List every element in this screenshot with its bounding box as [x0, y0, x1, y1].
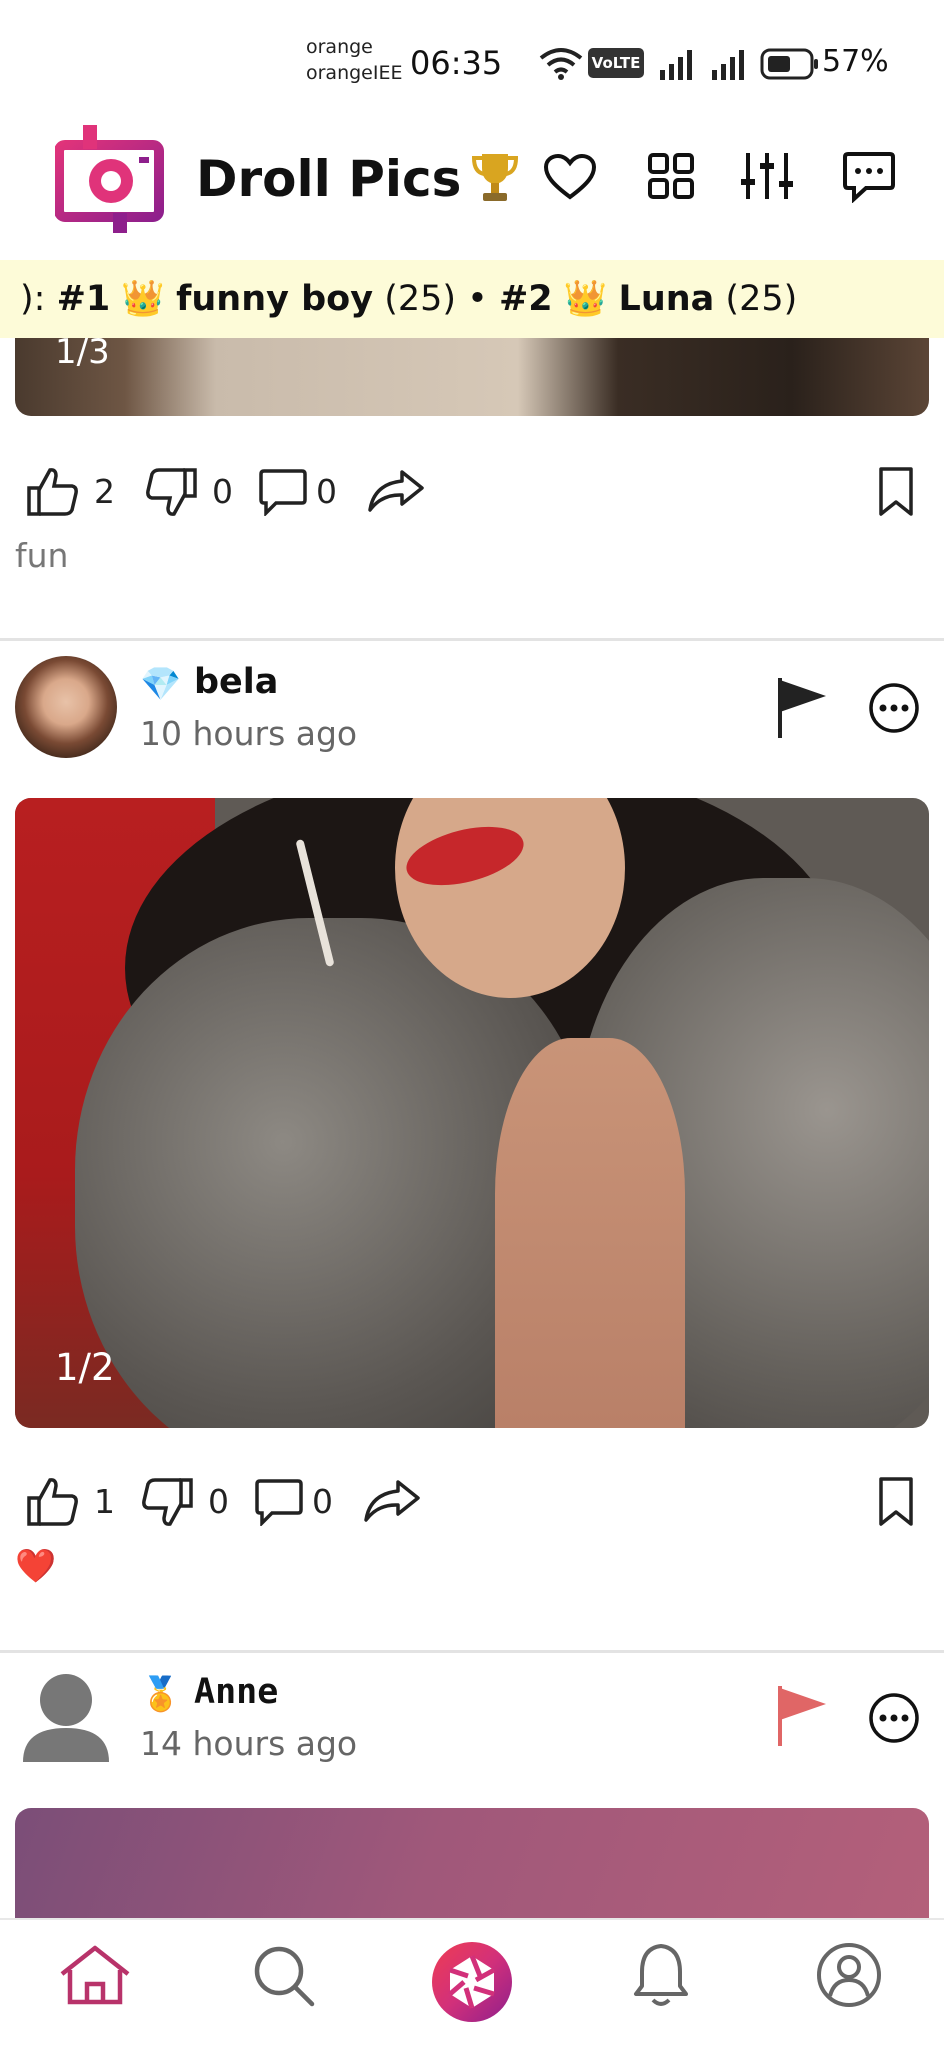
trophy-icon[interactable] [470, 150, 520, 204]
post-divider [0, 638, 944, 641]
username[interactable]: bela [194, 662, 278, 702]
username[interactable]: Anne [194, 1672, 278, 1712]
leader-1-score: (25) [384, 279, 457, 319]
leaderboard-prefix: ): [20, 279, 57, 319]
bookmark-icon[interactable] [876, 466, 916, 518]
filter-sliders-icon[interactable] [740, 151, 794, 201]
bell-icon[interactable] [632, 1942, 690, 2012]
carrier-label: orange orangeIEE [306, 36, 403, 84]
profile-icon[interactable] [816, 1942, 882, 2008]
bookmark-icon[interactable] [876, 1476, 916, 1528]
post-divider [0, 1650, 944, 1653]
thumbs-up-icon[interactable] [26, 1476, 80, 1528]
status-bar: orange orangeIEE 06:35 VoLTE 57% [0, 0, 944, 115]
comment-icon[interactable] [254, 1478, 304, 1526]
app-header: Droll Pics [0, 115, 944, 260]
thumbs-down-icon[interactable] [144, 466, 198, 518]
signal-icon [660, 50, 692, 80]
flag-icon[interactable] [776, 1684, 830, 1748]
post-caption: fun [15, 536, 69, 575]
badge-icon: 💎 [140, 664, 182, 703]
image-counter: 1/3 [55, 338, 110, 372]
image-counter: 1/2 [55, 1346, 115, 1389]
camera-shutter-icon[interactable] [430, 1940, 514, 2024]
like-count: 2 [94, 472, 115, 511]
post-time: 10 hours ago [140, 714, 358, 753]
leaderboard-separator: • [456, 279, 499, 319]
heart-icon[interactable] [543, 153, 597, 201]
crown-icon: 👑 [563, 279, 608, 319]
comment-count: 0 [316, 472, 337, 511]
wifi-icon [539, 48, 583, 80]
volte-badge: VoLTE [588, 48, 644, 78]
badge-icon: 🏅 [140, 1674, 182, 1713]
comment-count: 0 [312, 1482, 333, 1521]
more-options-icon[interactable] [868, 682, 920, 734]
rank-1: #1 [56, 279, 111, 319]
signal-icon-2 [712, 50, 744, 80]
comment-icon[interactable] [258, 468, 308, 516]
post-time: 14 hours ago [140, 1724, 358, 1763]
thumbs-up-icon[interactable] [26, 466, 80, 518]
leader-2-name: Luna [618, 279, 715, 319]
post-caption: ❤️ [15, 1546, 57, 1585]
flag-icon[interactable] [776, 676, 830, 740]
post-actions: 2 0 0 [0, 462, 944, 522]
home-icon[interactable] [58, 1944, 132, 2008]
more-options-icon[interactable] [868, 1692, 920, 1744]
crown-icon: 👑 [121, 279, 165, 319]
grid-icon[interactable] [648, 153, 694, 199]
avatar[interactable] [15, 656, 117, 758]
rank-2: #2 [498, 279, 553, 319]
bottom-nav [0, 1918, 944, 2051]
chat-icon[interactable] [842, 151, 896, 203]
leader-2-score: (25) [725, 279, 798, 319]
leaderboard-banner[interactable]: ): #1 👑 funny boy (25) • #2 👑 Luna (25) [0, 260, 944, 338]
search-icon[interactable] [252, 1944, 316, 2008]
leader-1-name: funny boy [176, 279, 374, 319]
thumbs-down-icon[interactable] [140, 1476, 194, 1528]
share-icon[interactable] [366, 468, 426, 514]
dislike-count: 0 [212, 472, 233, 511]
battery-percent: 57% [822, 44, 889, 79]
post-image[interactable]: 1/2 [15, 798, 929, 1428]
post-actions: 1 0 0 [0, 1472, 944, 1532]
battery-icon [760, 48, 818, 80]
post-image[interactable]: 1/3 [15, 338, 929, 416]
default-avatar-icon[interactable] [15, 1666, 117, 1768]
like-count: 1 [94, 1482, 115, 1521]
clock: 06:35 [410, 44, 503, 82]
app-logo-icon[interactable] [55, 123, 167, 235]
share-icon[interactable] [362, 1478, 422, 1524]
app-title: Droll Pics [196, 150, 462, 208]
dislike-count: 0 [208, 1482, 229, 1521]
